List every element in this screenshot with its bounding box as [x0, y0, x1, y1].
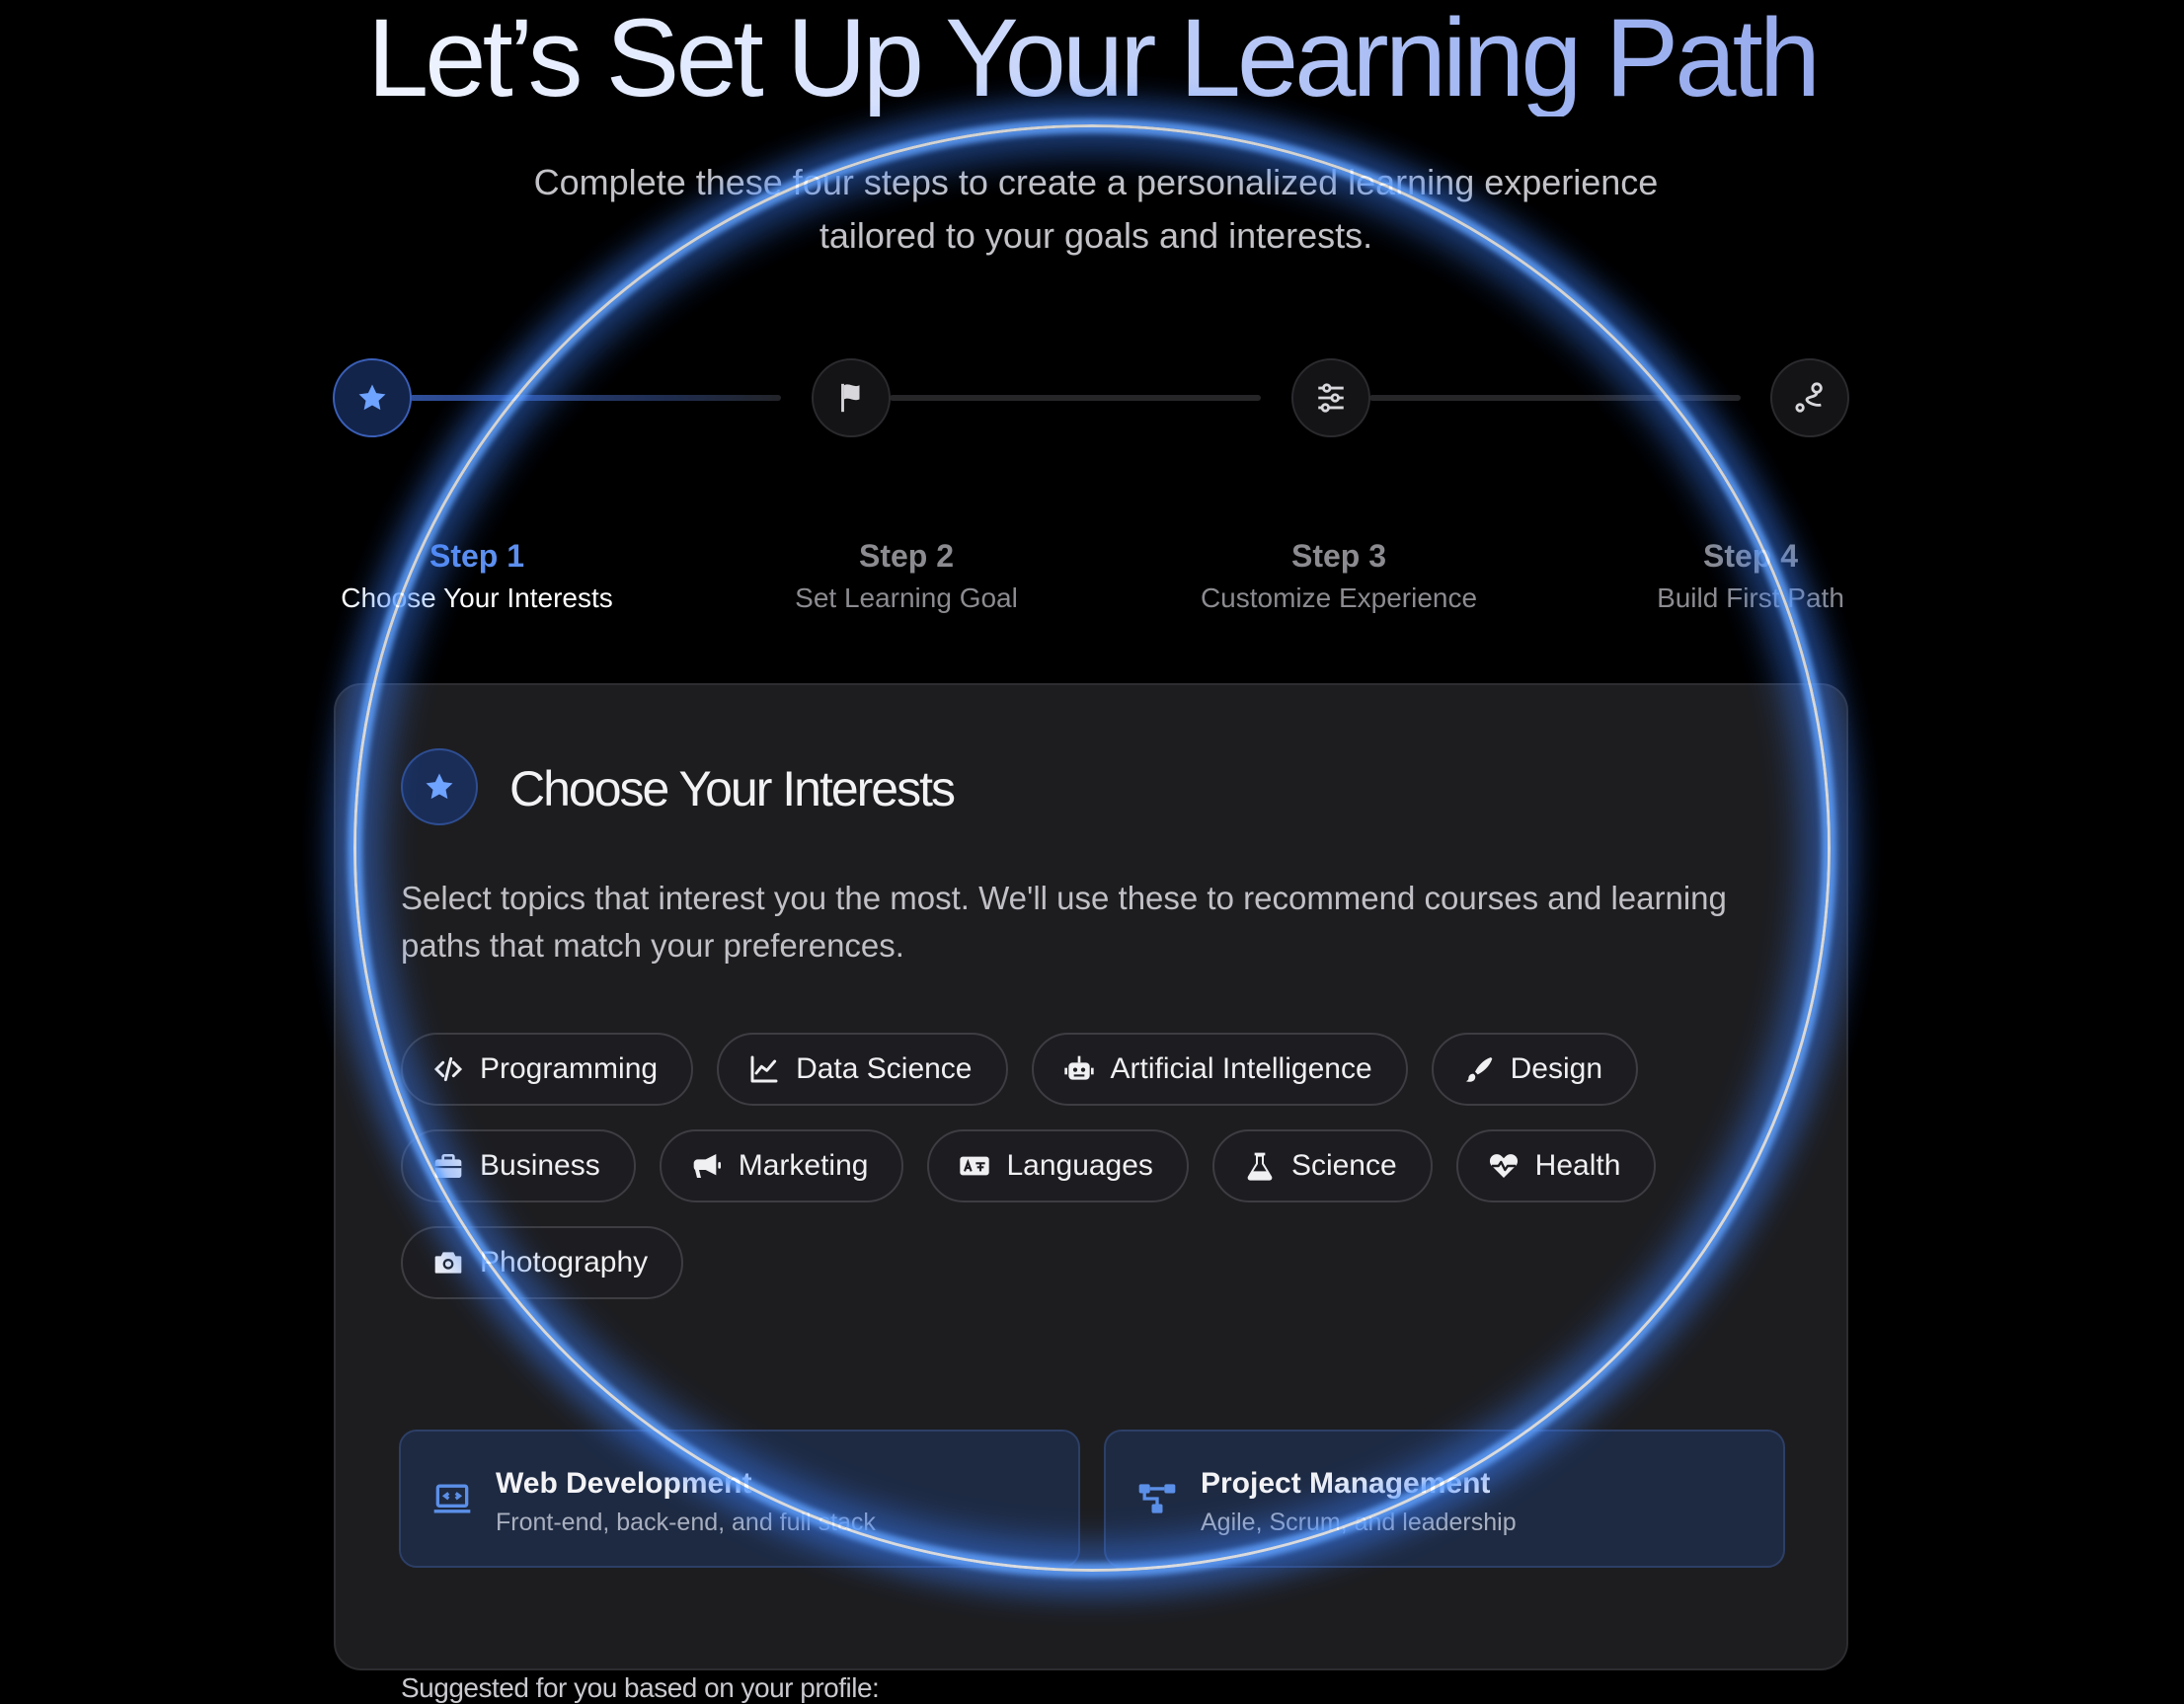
chip-label: Marketing	[738, 1149, 869, 1182]
step-2-label: Step 2	[858, 538, 955, 574]
interest-chip-languages[interactable]: Languages	[927, 1129, 1189, 1202]
step-2-text: Step 2 Set Learning Goal	[748, 533, 1064, 618]
step-4-subtitle: Build First Path	[1657, 582, 1844, 613]
chip-label: Data Science	[796, 1052, 973, 1085]
heart-pulse-icon	[1489, 1154, 1518, 1178]
chip-label: Photography	[480, 1246, 649, 1278]
step-1-subtitle: Choose Your Interests	[341, 582, 613, 613]
card-description: Select topics that interest you the most…	[401, 880, 1727, 964]
sliders-icon	[1318, 383, 1344, 413]
step-1-text: Step 1 Choose Your Interests	[319, 533, 635, 618]
step-4-text: Step 4 Build First Path	[1593, 533, 1909, 618]
step-4-label: Step 4	[1702, 538, 1799, 574]
chart-line-icon	[750, 1055, 778, 1083]
step-3-label: Step 3	[1290, 538, 1387, 574]
step-3-button[interactable]	[1291, 358, 1370, 437]
step-2-subtitle: Set Learning Goal	[795, 582, 1018, 613]
suggestion-title: Project Management	[1201, 1467, 1491, 1500]
step-connector-2	[890, 395, 1261, 401]
interest-chip-marketing[interactable]: Marketing	[659, 1129, 904, 1202]
chip-label: Design	[1510, 1052, 1603, 1085]
interest-chip-artificial-intelligence[interactable]: Artificial Intelligence	[1031, 1033, 1408, 1106]
laptop-code-icon	[433, 1484, 471, 1513]
step-1-label: Step 1	[429, 538, 525, 574]
step-1-button[interactable]	[333, 358, 412, 437]
suggestion-subtitle: Agile, Scrum, and leadership	[1201, 1509, 1517, 1536]
route-icon	[1795, 382, 1823, 413]
interest-chip-list: Programming Data Science Artificial Inte…	[401, 1033, 1803, 1323]
interest-chip-data-science[interactable]: Data Science	[717, 1033, 1008, 1106]
star-icon	[426, 773, 453, 800]
interest-chip-science[interactable]: Science	[1211, 1129, 1433, 1202]
suggestions-heading: Suggested for you based on your profile:	[401, 1672, 880, 1703]
suggestion-title: Web Development	[496, 1467, 752, 1500]
flag-icon	[841, 383, 860, 413]
step-connector-3	[1369, 395, 1741, 401]
interest-chip-health[interactable]: Health	[1455, 1129, 1657, 1202]
star-icon	[358, 384, 386, 411]
chip-label: Programming	[480, 1052, 659, 1085]
card-star-badge	[401, 748, 478, 825]
camera-icon	[434, 1252, 462, 1274]
briefcase-icon	[434, 1154, 462, 1178]
diagram-icon	[1138, 1484, 1176, 1513]
code-icon	[433, 1056, 463, 1082]
robot-icon	[1063, 1055, 1094, 1080]
chip-label: Artificial Intelligence	[1110, 1052, 1372, 1085]
progress-stepper: Step 1 Choose Your Interests Step 2 Set …	[0, 0, 2184, 632]
card-title: Choose Your Interests	[509, 761, 956, 816]
suggestion-card-project-management[interactable]: Project Management Agile, Scrum, and lea…	[1104, 1430, 1785, 1568]
step-2-button[interactable]	[812, 358, 891, 437]
megaphone-icon	[693, 1154, 721, 1178]
interest-chip-programming[interactable]: Programming	[401, 1033, 694, 1106]
chip-label: Languages	[1006, 1149, 1153, 1182]
chip-label: Health	[1534, 1149, 1621, 1182]
brush-icon	[1465, 1057, 1492, 1082]
step-4-button[interactable]	[1770, 358, 1849, 437]
interest-chip-photography[interactable]: Photography	[401, 1226, 684, 1299]
flask-icon	[1247, 1152, 1273, 1181]
suggestion-subtitle: Front-end, back-end, and full stack	[496, 1509, 876, 1536]
chip-label: Science	[1290, 1149, 1397, 1182]
interest-chip-business[interactable]: Business	[401, 1129, 636, 1202]
step-connector-1	[410, 395, 781, 401]
chip-label: Business	[480, 1149, 600, 1182]
interest-chip-design[interactable]: Design	[1431, 1033, 1639, 1106]
suggestion-card-web-development[interactable]: Web Development Front-end, back-end, and…	[399, 1430, 1080, 1568]
step-3-text: Step 3 Customize Experience	[1181, 533, 1497, 618]
step-3-subtitle: Customize Experience	[1200, 582, 1478, 613]
language-icon	[960, 1156, 990, 1176]
